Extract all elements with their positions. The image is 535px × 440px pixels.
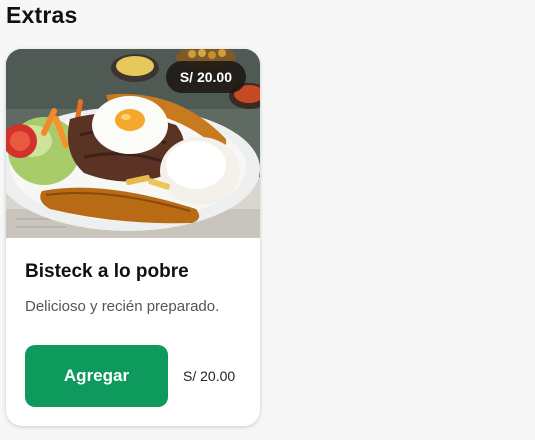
add-to-cart-button[interactable]: Agregar (25, 345, 168, 407)
product-price: S/ 20.00 (183, 368, 236, 384)
page: Extras S/ 20.00 Bisteck a lo pobre Delic… (0, 0, 535, 440)
product-name: Bisteck a lo pobre (25, 261, 189, 282)
product-image[interactable]: S/ 20.00 (6, 49, 260, 238)
product-description: Delicioso y recién preparado. (25, 298, 220, 315)
section-title: Extras (6, 2, 78, 28)
product-card[interactable]: S/ 20.00 Bisteck a lo pobre Delicioso y … (6, 49, 260, 426)
price-badge: S/ 20.00 (165, 61, 246, 93)
